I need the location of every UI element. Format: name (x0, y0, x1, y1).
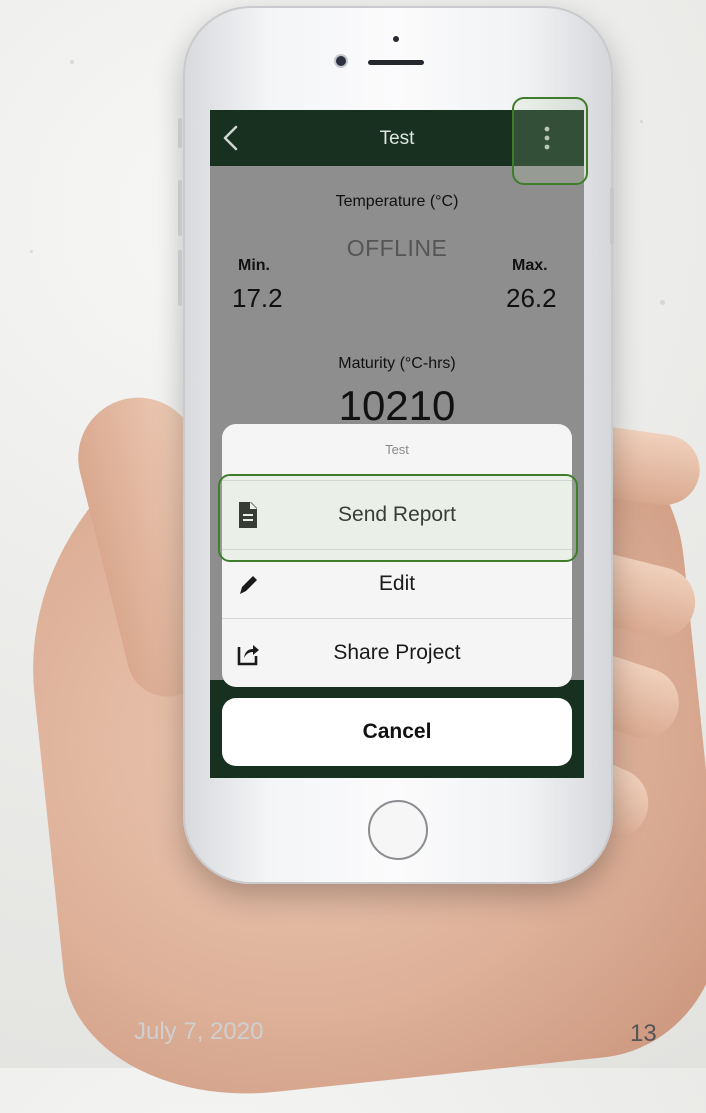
volume-up-button (178, 180, 182, 236)
cancel-label: Cancel (362, 720, 432, 743)
min-value: 17.2 (232, 283, 283, 313)
share-project-label: Share Project (333, 641, 461, 664)
earpiece-speaker (368, 60, 424, 65)
min-label: Min. (238, 257, 270, 274)
action-sheet-title: Test (385, 442, 409, 457)
front-camera (336, 56, 346, 66)
max-value: 26.2 (506, 283, 557, 313)
slide-date: July 7, 2020 (134, 1018, 264, 1045)
edit-label: Edit (378, 572, 416, 595)
maturity-title: Maturity (°C-hrs) (338, 355, 456, 372)
power-button (610, 188, 614, 244)
proximity-sensor (393, 36, 399, 42)
maturity-value: 10210 (338, 382, 456, 429)
home-button[interactable] (368, 800, 428, 860)
background-speck (640, 120, 643, 123)
cancel-button[interactable]: Cancel (222, 698, 572, 766)
temperature-title: Temperature (°C) (335, 193, 459, 210)
volume-down-button (178, 250, 182, 306)
slide-page-number: 13 (630, 1020, 657, 1047)
share-project-button[interactable]: Share Project (222, 618, 572, 687)
background-speck (70, 60, 74, 64)
background-speck (30, 250, 33, 253)
mute-switch (178, 118, 182, 148)
menu-highlight (512, 97, 588, 185)
app-screen: Test Temperature (°C) OFFLINE Min. 17.2 … (210, 110, 584, 778)
max-label: Max. (512, 257, 548, 274)
background-speck (660, 300, 665, 305)
send-report-highlight (218, 474, 578, 562)
